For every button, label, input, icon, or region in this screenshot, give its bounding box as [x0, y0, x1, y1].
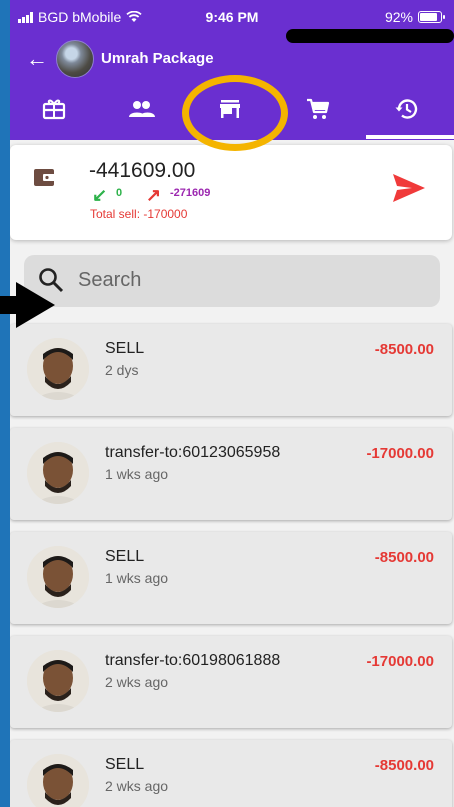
gift-box-icon: [42, 99, 66, 120]
list-item[interactable]: SELL 2 dys -8500.00: [10, 324, 452, 416]
outgoing-value: -271609: [170, 187, 211, 199]
tab-cart[interactable]: [274, 78, 362, 140]
transaction-time: 2 dys: [105, 362, 139, 378]
send-icon[interactable]: [392, 173, 426, 203]
app-bar: ← Umrah Package: [10, 40, 454, 78]
tab-members[interactable]: [98, 78, 186, 140]
transaction-amount: -17000.00: [366, 445, 434, 462]
incoming-arrow-icon: ↙: [92, 185, 108, 205]
active-tab-indicator: [366, 135, 454, 139]
transaction-title: transfer-to:60198061888: [105, 652, 281, 669]
redaction-bar: [286, 29, 454, 43]
tab-store[interactable]: [186, 78, 274, 140]
transaction-amount: -8500.00: [374, 549, 434, 566]
group-avatar[interactable]: [56, 40, 94, 78]
transaction-amount: -8500.00: [374, 757, 434, 774]
history-icon: [395, 99, 418, 119]
battery-level: [420, 13, 437, 21]
avatar: [27, 546, 89, 608]
battery-percent: 92%: [384, 9, 413, 25]
transaction-title: SELL: [105, 340, 145, 357]
total-sell: Total sell: -170000: [90, 207, 188, 221]
transaction-title: transfer-to:60123065958: [105, 444, 281, 461]
transaction-time: 2 wks ago: [105, 674, 169, 690]
wallet-icon: [34, 169, 56, 186]
store-icon: [220, 100, 240, 118]
balance-amount: -441609.00: [89, 159, 196, 182]
avatar: [27, 338, 89, 400]
search-input[interactable]: [76, 261, 420, 299]
outgoing-arrow-icon: ↗: [146, 185, 162, 205]
tab-history[interactable]: [362, 78, 450, 140]
phone-screen: BGD bMobile 9:46 PM 92% ← Umrah Package: [10, 0, 454, 807]
avatar: [27, 650, 89, 712]
battery-info: 92%: [384, 9, 445, 25]
list-item[interactable]: transfer-to:60198061888 2 wks ago -17000…: [10, 636, 452, 728]
cart-icon: [307, 98, 330, 119]
people-icon: [129, 101, 155, 117]
transaction-time: 1 wks ago: [105, 466, 169, 482]
transaction-time: 2 wks ago: [105, 778, 169, 794]
tab-bar: [10, 78, 454, 140]
battery-icon: [418, 11, 445, 23]
avatar: [27, 442, 89, 504]
transaction-amount: -8500.00: [374, 341, 434, 358]
list-item[interactable]: SELL 2 wks ago -8500.00: [10, 740, 452, 807]
tab-package[interactable]: [10, 78, 98, 140]
pointer-arrow-icon: [0, 282, 55, 328]
transaction-amount: -17000.00: [366, 653, 434, 670]
avatar: [27, 754, 89, 807]
back-arrow-icon[interactable]: ←: [26, 46, 48, 72]
search-bar[interactable]: [24, 255, 440, 307]
list-item[interactable]: SELL 1 wks ago -8500.00: [10, 532, 452, 624]
balance-card: -441609.00 ↙ 0 ↗ -271609 Total sell: -17…: [10, 145, 452, 240]
transaction-time: 1 wks ago: [105, 570, 169, 586]
list-item[interactable]: transfer-to:60123065958 1 wks ago -17000…: [10, 428, 452, 520]
incoming-value: 0: [116, 187, 123, 199]
page-title: Umrah Package: [101, 50, 214, 67]
transaction-title: SELL: [105, 548, 145, 565]
transaction-title: SELL: [105, 756, 145, 773]
